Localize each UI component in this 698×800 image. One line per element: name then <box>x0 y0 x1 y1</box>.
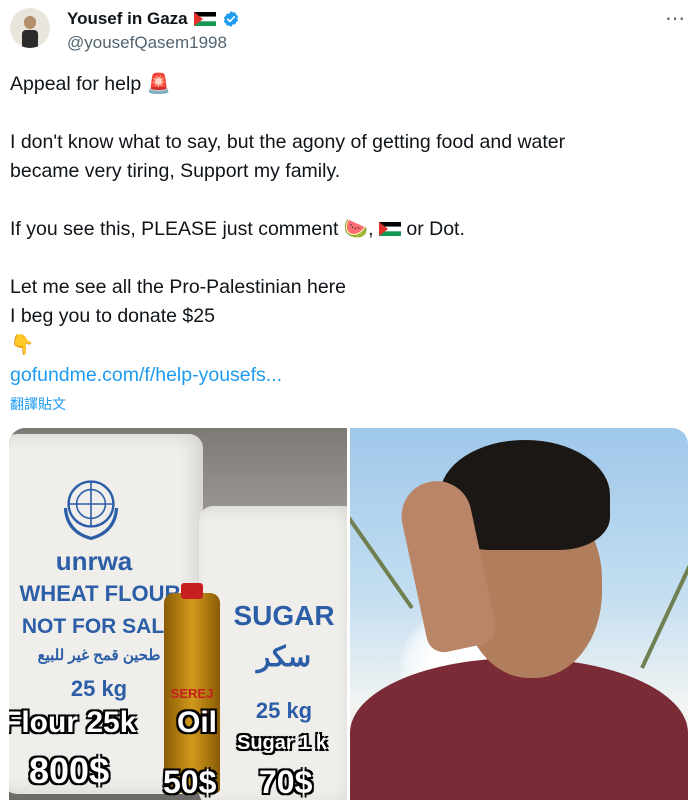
flour-weight-label: 25 kg <box>70 676 128 701</box>
arabic-sugar-label: سكر <box>256 641 312 672</box>
palestine-flag-icon <box>378 222 401 236</box>
sugar-price: 70$ <box>259 764 313 800</box>
tweet-line-4: If you see this, PLEASE just comment 🍉, … <box>10 215 465 244</box>
oil-caption: Oil <box>177 706 218 739</box>
flour-caption: Flour 25k <box>9 706 137 739</box>
oil-price: 50$ <box>163 764 217 800</box>
avatar-body <box>22 30 38 48</box>
un-emblem-icon <box>63 480 119 541</box>
wheat-flour-label: WHEAT FLOUR <box>19 581 181 606</box>
sugar-weight-label: 25 kg <box>255 698 313 723</box>
pointing-down-emoji-icon: 👇 <box>10 334 35 356</box>
flour-price: 800$ <box>29 750 110 791</box>
oil-bottle-cap <box>181 583 203 599</box>
palm-frond <box>640 558 688 669</box>
avatar-head <box>24 16 36 29</box>
selfie-image[interactable] <box>350 428 688 800</box>
siren-emoji-icon: 🚨 <box>146 73 171 95</box>
author-avatar[interactable] <box>10 8 50 48</box>
tweet-media[interactable]: unrwa WHEAT FLOUR NOT FOR SALE طحين قمح … <box>9 428 688 800</box>
verified-badge-icon <box>223 11 238 27</box>
tweet-line-appeal: Appeal for help 🚨 <box>10 70 171 99</box>
oil-brand-label: SEREJ <box>170 686 214 701</box>
palestine-flag-icon <box>193 12 216 26</box>
tweet-text-or-dot: or Dot. <box>406 218 465 240</box>
sugar-caption: Sugar 1 k <box>237 732 328 754</box>
person-hoodie <box>350 658 688 800</box>
tweet-line-2: I don't know what to say, but the agony … <box>10 131 566 153</box>
tweet-line-3: became very tiring, Support my family. <box>10 160 341 182</box>
unrwa-label: unrwa <box>55 546 133 576</box>
supplies-image[interactable]: unrwa WHEAT FLOUR NOT FOR SALE طحين قمح … <box>9 428 347 800</box>
more-options-icon[interactable]: ⋯ <box>665 6 686 31</box>
author-display-name[interactable]: Yousef in Gaza <box>67 9 188 29</box>
tweet-text-comment: If you see this, PLEASE just comment <box>10 218 339 240</box>
author-name-row: Yousef in Gaza <box>67 9 240 29</box>
watermelon-emoji-icon: 🍉 <box>343 218 369 240</box>
not-for-sale-label: NOT FOR SALE <box>21 615 179 638</box>
arabic-flour-label: طحين قمح غير للبيع <box>37 647 161 664</box>
tweet-line-6: I beg you to donate $25 <box>10 305 215 327</box>
translate-post-link[interactable]: 翻譯貼文 <box>10 394 66 414</box>
gofundme-link[interactable]: gofundme.com/f/help-yousefs... <box>10 361 282 390</box>
sugar-label: SUGAR <box>233 600 335 631</box>
tweet-line-5: Let me see all the Pro-Palestinian here <box>10 276 347 298</box>
tweet-text-appeal: Appeal for help <box>10 73 142 95</box>
tweet-comma: , <box>368 218 374 240</box>
author-handle[interactable]: @yousefQasem1998 <box>67 33 227 53</box>
